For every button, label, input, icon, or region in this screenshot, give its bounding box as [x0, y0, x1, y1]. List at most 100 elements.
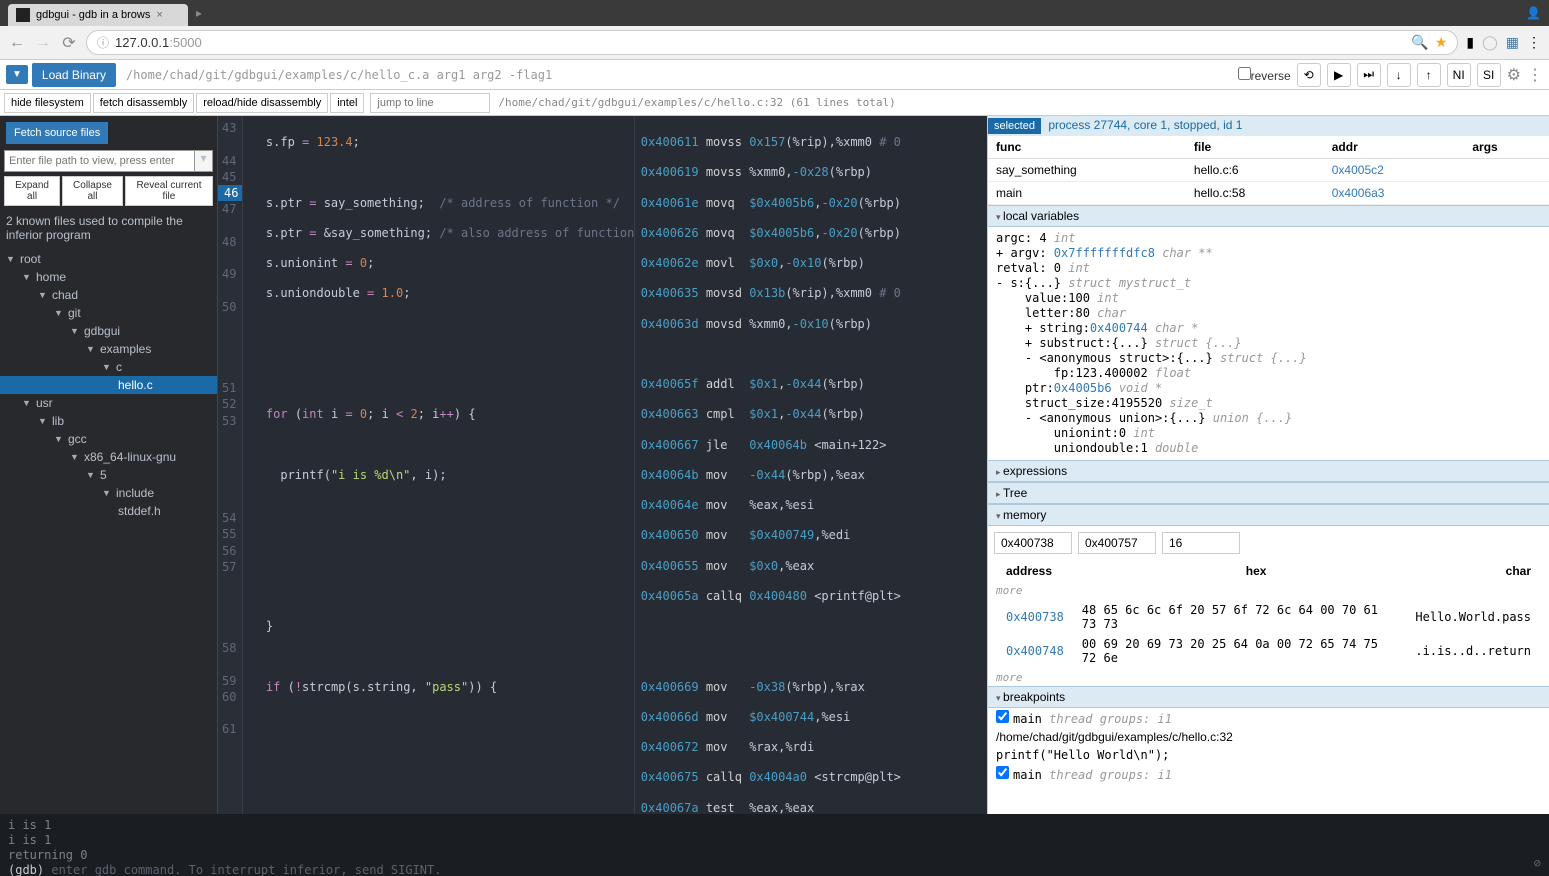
gdb-prompt: (gdb)	[8, 863, 44, 876]
tree-x86[interactable]: ▼x86_64-linux-gnu	[0, 448, 217, 466]
step-over-icon[interactable]: ↓	[1387, 63, 1411, 87]
ni-button[interactable]: NI	[1447, 63, 1471, 87]
more-icon[interactable]: ⋮	[1527, 65, 1543, 85]
ext-icon-2[interactable]: ◯	[1482, 34, 1498, 51]
known-files-label: 2 known files used to compile the inferi…	[0, 210, 217, 246]
tree-home[interactable]: ▼home	[0, 268, 217, 286]
breakpoint-row: main thread groups: i1	[988, 708, 1549, 728]
browser-tab[interactable]: gdbgui - gdb in a brows ×	[8, 4, 188, 26]
gutter[interactable]: 43 44 45 46 47 48 49 50 51 52 53 54 55 5…	[218, 116, 243, 834]
locals-content: argc: 4 int + argv: 0x7fffffffdfc8 char …	[988, 227, 1549, 460]
right-panel: selected process 27744, core 1, stopped,…	[987, 116, 1549, 834]
pause-icon[interactable]: ⏭	[1357, 63, 1381, 87]
console-line: i is 1	[8, 833, 1541, 848]
selected-badge: selected	[988, 118, 1041, 134]
section-locals[interactable]: local variables	[988, 205, 1549, 227]
hide-filesystem-button[interactable]: hide filesystem	[4, 93, 91, 113]
url-text: 127.0.0.1:5000	[115, 35, 1405, 50]
tree-root[interactable]: ▼root	[0, 250, 217, 268]
breakpoint-code: printf("Hello World\n");	[988, 746, 1549, 764]
ext-icon-3[interactable]: ▦	[1506, 34, 1519, 51]
sidebar: Fetch source files ▾ Expand all Collapse…	[0, 116, 218, 834]
tree-stddef[interactable]: stddef.h	[0, 502, 217, 520]
tree-usr[interactable]: ▼usr	[0, 394, 217, 412]
si-button[interactable]: SI	[1477, 63, 1501, 87]
jump-input[interactable]	[370, 93, 490, 113]
expand-all-button[interactable]: Expand all	[4, 176, 60, 206]
forward-icon: →	[34, 34, 52, 52]
tab-favicon	[16, 8, 30, 22]
gdb-console[interactable]: i is 1 i is 1 returning 0 (gdb) enter gd…	[0, 814, 1549, 876]
gdb-hint: enter gdb command. To interrupt inferior…	[44, 863, 441, 876]
fetch-source-button[interactable]: Fetch source files	[6, 122, 108, 144]
main-toolbar: ▼ Load Binary /home/chad/git/gdbgui/exam…	[0, 60, 1549, 90]
gear-icon[interactable]: ⚙	[1507, 65, 1521, 85]
tree-hello-c[interactable]: hello.c	[0, 376, 217, 394]
tree-include[interactable]: ▼include	[0, 484, 217, 502]
section-breakpoints[interactable]: breakpoints	[988, 686, 1549, 708]
tree-gcc[interactable]: ▼gcc	[0, 430, 217, 448]
console-line: returning 0	[8, 848, 1541, 863]
file-caret[interactable]: ▾	[195, 150, 213, 172]
section-tree[interactable]: Tree	[988, 482, 1549, 504]
reload-icon[interactable]: ⟳	[60, 33, 78, 53]
breakpoint-path: /home/chad/git/gdbgui/examples/c/hello.c…	[988, 728, 1549, 746]
reverse-label: reverse	[1251, 69, 1291, 83]
reload-disasm-button[interactable]: reload/hide disassembly	[196, 93, 328, 113]
new-tab-icon[interactable]: ▸	[196, 6, 202, 20]
dropdown-caret[interactable]: ▼	[6, 65, 28, 84]
tree-gdbgui[interactable]: ▼gdbgui	[0, 322, 217, 340]
load-binary-button[interactable]: Load Binary	[32, 63, 116, 87]
info-icon[interactable]: ⓘ	[97, 34, 109, 51]
source-pane[interactable]: 43 44 45 46 47 48 49 50 51 52 53 54 55 5…	[218, 116, 634, 834]
tree-c[interactable]: ▼c	[0, 358, 217, 376]
intel-button[interactable]: intel	[330, 93, 364, 113]
browser-tab-bar: gdbgui - gdb in a brows × ▸ 👤	[0, 0, 1549, 26]
tree-chad[interactable]: ▼chad	[0, 286, 217, 304]
file-path-input[interactable]	[4, 150, 195, 172]
bp-checkbox[interactable]	[996, 766, 1009, 779]
step-out-icon[interactable]: ↑	[1417, 63, 1441, 87]
stack-row[interactable]: say_somethinghello.c:60x4005c2	[988, 159, 1549, 182]
mem-end-input[interactable]	[1078, 532, 1156, 554]
reveal-file-button[interactable]: Reveal current file	[125, 176, 213, 206]
tree-git[interactable]: ▼git	[0, 304, 217, 322]
mem-more-top[interactable]: more	[988, 582, 1549, 599]
mem-row: 0x40074800 69 20 69 73 20 25 64 0a 00 72…	[998, 635, 1539, 667]
reverse-checkbox[interactable]	[1238, 67, 1251, 80]
bp-checkbox[interactable]	[996, 710, 1009, 723]
mem-start-input[interactable]	[994, 532, 1072, 554]
clear-console-icon[interactable]: ⊘	[1534, 856, 1541, 870]
search-icon[interactable]: 🔍	[1411, 34, 1428, 51]
continue-icon[interactable]: ▶	[1327, 63, 1351, 87]
selected-text: process 27744, core 1, stopped, id 1	[1041, 116, 1246, 134]
address-bar: ← → ⟳ ⓘ 127.0.0.1:5000 🔍 ★ ▮ ◯ ▦ ⋮	[0, 26, 1549, 60]
disassembly-pane[interactable]: 0x400611 movss 0x157(%rip),%xmm0 # 0 0x4…	[634, 116, 987, 834]
stack-row[interactable]: mainhello.c:580x4006a3	[988, 182, 1549, 205]
file-tree: ▼root ▼home ▼chad ▼git ▼gdbgui ▼examples…	[0, 246, 217, 524]
mem-more-bottom[interactable]: more	[988, 669, 1549, 686]
mem-bytes-input[interactable]	[1162, 532, 1240, 554]
tree-lib[interactable]: ▼lib	[0, 412, 217, 430]
menu-icon[interactable]: ⋮	[1527, 34, 1541, 51]
breakpoint-row: main thread groups: i1	[988, 764, 1549, 784]
restart-icon[interactable]: ⟲	[1297, 63, 1321, 87]
ext-icon-1[interactable]: ▮	[1466, 34, 1474, 51]
back-icon[interactable]: ←	[8, 34, 26, 52]
star-icon[interactable]: ★	[1435, 34, 1448, 51]
file-info: /home/chad/git/gdbgui/examples/c/hello.c…	[498, 96, 895, 109]
fetch-disasm-button[interactable]: fetch disassembly	[93, 93, 194, 113]
tree-5[interactable]: ▼5	[0, 466, 217, 484]
memory-table: addresshexchar	[988, 560, 1549, 582]
collapse-all-button[interactable]: Collapse all	[62, 176, 123, 206]
tab-title: gdbgui - gdb in a brows	[36, 9, 150, 21]
user-icon[interactable]: 👤	[1526, 6, 1541, 20]
secondary-bar: hide filesystem fetch disassembly reload…	[0, 90, 1549, 116]
section-memory[interactable]: memory	[988, 504, 1549, 526]
stack-table: funcfileaddrargs say_somethinghello.c:60…	[988, 136, 1549, 205]
section-expressions[interactable]: expressions	[988, 460, 1549, 482]
mem-row: 0x40073848 65 6c 6c 6f 20 57 6f 72 6c 64…	[998, 601, 1539, 633]
close-icon[interactable]: ×	[156, 9, 162, 21]
url-input[interactable]: ⓘ 127.0.0.1:5000 🔍 ★	[86, 30, 1458, 55]
tree-examples[interactable]: ▼examples	[0, 340, 217, 358]
